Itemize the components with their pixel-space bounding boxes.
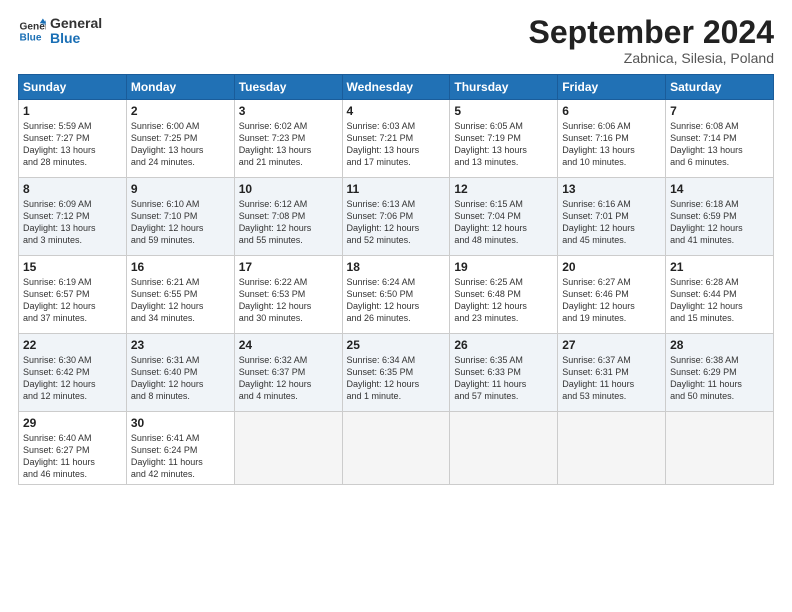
logo: General Blue General Blue <box>18 16 102 47</box>
day-11: 11 Sunrise: 6:13 AMSunset: 7:06 PMDaylig… <box>342 178 450 256</box>
day-2: 2 Sunrise: 6:00 AMSunset: 7:25 PMDayligh… <box>126 100 234 178</box>
day-28: 28 Sunrise: 6:38 AMSunset: 6:29 PMDaylig… <box>666 334 774 412</box>
day-20: 20 Sunrise: 6:27 AMSunset: 6:46 PMDaylig… <box>558 256 666 334</box>
week-row-5: 29 Sunrise: 6:40 AMSunset: 6:27 PMDaylig… <box>19 412 774 485</box>
day-21: 21 Sunrise: 6:28 AMSunset: 6:44 PMDaylig… <box>666 256 774 334</box>
week-row-4: 22 Sunrise: 6:30 AMSunset: 6:42 PMDaylig… <box>19 334 774 412</box>
empty-cell-3 <box>450 412 558 485</box>
header-row: Sunday Monday Tuesday Wednesday Thursday… <box>19 75 774 100</box>
day-4: 4 Sunrise: 6:03 AMSunset: 7:21 PMDayligh… <box>342 100 450 178</box>
logo-icon: General Blue <box>18 17 46 45</box>
day-10: 10 Sunrise: 6:12 AMSunset: 7:08 PMDaylig… <box>234 178 342 256</box>
day-18: 18 Sunrise: 6:24 AMSunset: 6:50 PMDaylig… <box>342 256 450 334</box>
day-3: 3 Sunrise: 6:02 AMSunset: 7:23 PMDayligh… <box>234 100 342 178</box>
title-block: September 2024 Zabnica, Silesia, Poland <box>529 16 774 66</box>
day-9: 9 Sunrise: 6:10 AMSunset: 7:10 PMDayligh… <box>126 178 234 256</box>
empty-cell-2 <box>342 412 450 485</box>
day-25: 25 Sunrise: 6:34 AMSunset: 6:35 PMDaylig… <box>342 334 450 412</box>
day-19: 19 Sunrise: 6:25 AMSunset: 6:48 PMDaylig… <box>450 256 558 334</box>
day-8: 8 Sunrise: 6:09 AMSunset: 7:12 PMDayligh… <box>19 178 127 256</box>
day-16: 16 Sunrise: 6:21 AMSunset: 6:55 PMDaylig… <box>126 256 234 334</box>
col-tuesday: Tuesday <box>234 75 342 100</box>
week-row-2: 8 Sunrise: 6:09 AMSunset: 7:12 PMDayligh… <box>19 178 774 256</box>
col-wednesday: Wednesday <box>342 75 450 100</box>
week-row-3: 15 Sunrise: 6:19 AMSunset: 6:57 PMDaylig… <box>19 256 774 334</box>
day-30: 30 Sunrise: 6:41 AMSunset: 6:24 PMDaylig… <box>126 412 234 485</box>
col-thursday: Thursday <box>450 75 558 100</box>
calendar-page: General Blue General Blue September 2024… <box>0 0 792 612</box>
logo-general-text: General <box>50 16 102 31</box>
day-17: 17 Sunrise: 6:22 AMSunset: 6:53 PMDaylig… <box>234 256 342 334</box>
day-22: 22 Sunrise: 6:30 AMSunset: 6:42 PMDaylig… <box>19 334 127 412</box>
col-sunday: Sunday <box>19 75 127 100</box>
col-monday: Monday <box>126 75 234 100</box>
day-5: 5 Sunrise: 6:05 AMSunset: 7:19 PMDayligh… <box>450 100 558 178</box>
day-26: 26 Sunrise: 6:35 AMSunset: 6:33 PMDaylig… <box>450 334 558 412</box>
svg-text:Blue: Blue <box>20 33 42 44</box>
day-13: 13 Sunrise: 6:16 AMSunset: 7:01 PMDaylig… <box>558 178 666 256</box>
day-7: 7 Sunrise: 6:08 AMSunset: 7:14 PMDayligh… <box>666 100 774 178</box>
day-14: 14 Sunrise: 6:18 AMSunset: 6:59 PMDaylig… <box>666 178 774 256</box>
week-row-1: 1 Sunrise: 5:59 AMSunset: 7:27 PMDayligh… <box>19 100 774 178</box>
empty-cell-4 <box>558 412 666 485</box>
calendar-table: Sunday Monday Tuesday Wednesday Thursday… <box>18 74 774 485</box>
day-23: 23 Sunrise: 6:31 AMSunset: 6:40 PMDaylig… <box>126 334 234 412</box>
month-title: September 2024 <box>529 16 774 48</box>
logo-blue-text: Blue <box>50 31 102 46</box>
col-friday: Friday <box>558 75 666 100</box>
day-1: 1 Sunrise: 5:59 AMSunset: 7:27 PMDayligh… <box>19 100 127 178</box>
day-27: 27 Sunrise: 6:37 AMSunset: 6:31 PMDaylig… <box>558 334 666 412</box>
day-29: 29 Sunrise: 6:40 AMSunset: 6:27 PMDaylig… <box>19 412 127 485</box>
day-12: 12 Sunrise: 6:15 AMSunset: 7:04 PMDaylig… <box>450 178 558 256</box>
empty-cell-5 <box>666 412 774 485</box>
day-24: 24 Sunrise: 6:32 AMSunset: 6:37 PMDaylig… <box>234 334 342 412</box>
day-15: 15 Sunrise: 6:19 AMSunset: 6:57 PMDaylig… <box>19 256 127 334</box>
page-header: General Blue General Blue September 2024… <box>18 16 774 66</box>
col-saturday: Saturday <box>666 75 774 100</box>
location-text: Zabnica, Silesia, Poland <box>529 50 774 66</box>
day-6: 6 Sunrise: 6:06 AMSunset: 7:16 PMDayligh… <box>558 100 666 178</box>
empty-cell-1 <box>234 412 342 485</box>
